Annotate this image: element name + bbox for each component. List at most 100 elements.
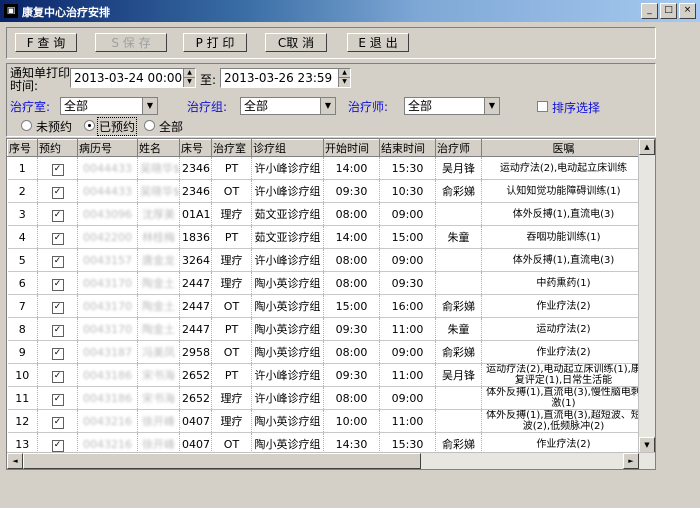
cell-record: 0043157	[77, 248, 138, 272]
column-header[interactable]: 预约	[37, 139, 78, 157]
booked-checkbox[interactable]: ✓	[51, 186, 64, 199]
date-to-spinner[interactable]: ▲ ▼	[338, 69, 350, 87]
scroll-down-icon[interactable]: ▼	[639, 437, 655, 453]
radio-booked-label: 已预约	[97, 117, 138, 136]
date-from-spinner[interactable]: ▲ ▼	[183, 69, 195, 87]
booked-checkbox[interactable]: ✓	[51, 301, 64, 314]
table-row[interactable]: 9 ✓ 0043187 冯美凤 2958 OT 陶小英诊疗组 08:00 09:00 俞彩娣 作业疗…	[7, 340, 646, 364]
cell-bed: 1836	[179, 225, 212, 249]
radio-unbooked[interactable]	[21, 120, 32, 131]
vertical-scrollbar[interactable]: ▲ ▼	[638, 139, 655, 453]
booked-checkbox[interactable]: ✓	[51, 439, 64, 452]
cell-end: 16:00	[379, 294, 436, 318]
date-from-input[interactable]: 2013-03-24 00:00 ▲ ▼	[70, 68, 196, 88]
scroll-left-icon[interactable]: ◄	[7, 453, 23, 469]
room-label: 治疗室:	[10, 100, 51, 114]
minimize-button[interactable]: _	[641, 3, 658, 19]
sort-checkbox[interactable]	[537, 101, 548, 112]
cell-start: 14:00	[323, 225, 380, 249]
cell-start: 14:00	[323, 156, 380, 180]
table-row[interactable]: 4 ✓ 0042200 林桂梅 1836 PT 茹文亚诊疗组 14:00 15:00 朱童 吞咽功能…	[7, 225, 646, 249]
cell-order: 中药熏药(1)	[481, 271, 646, 295]
booked-checkbox[interactable]: ✓	[51, 232, 64, 245]
group-select[interactable]: 全部 ▼	[240, 97, 336, 115]
booked-checkbox[interactable]: ✓	[51, 278, 64, 291]
cell-record: 0043170	[77, 294, 138, 318]
cell-record: 0043170	[77, 317, 138, 341]
chevron-down-icon[interactable]: ▼	[142, 98, 157, 114]
column-header[interactable]: 治疗室	[211, 139, 252, 157]
column-header[interactable]: 开始时间	[323, 139, 380, 157]
booked-checkbox[interactable]: ✓	[51, 163, 64, 176]
therapist-select[interactable]: 全部 ▼	[404, 97, 500, 115]
exit-button[interactable]: E 退 出	[347, 33, 409, 52]
header-row: 序号 预约 病历号 姓名 床号 治疗室 诊疗组 开始时间 结束时间 治疗师 医嘱	[7, 139, 646, 157]
chevron-down-icon[interactable]: ▼	[320, 98, 335, 114]
table-row[interactable]: 8 ✓ 0043170 陶金土 2447 PT 陶小英诊疗组 09:30 11:00 朱童 运动疗法…	[7, 317, 646, 341]
cell-start: 08:00	[323, 340, 380, 364]
sort-label: 排序选择	[552, 101, 601, 115]
booked-checkbox[interactable]: ✓	[51, 370, 64, 383]
table-row[interactable]: 6 ✓ 0043170 陶金土 2447 理疗 陶小英诊疗组 08:00 09:30 中药熏药(1…	[7, 271, 646, 295]
print-button[interactable]: P 打 印	[183, 33, 247, 52]
booked-checkbox[interactable]: ✓	[51, 255, 64, 268]
notify-time-label: 通知单打印时间:	[10, 66, 71, 93]
room-select[interactable]: 全部 ▼	[60, 97, 158, 115]
booked-checkbox[interactable]: ✓	[51, 347, 64, 360]
table-row[interactable]: 10 ✓ 0043186 宋书海 2652 PT 许小峰诊疗组 09:30 11:00 吴月锋 运动…	[7, 363, 646, 387]
scroll-up-icon[interactable]: ▲	[639, 139, 655, 155]
column-header[interactable]: 序号	[7, 139, 38, 157]
booked-cell: ✓	[37, 363, 78, 387]
cell-no: 1	[7, 156, 38, 180]
cell-group: 陶小英诊疗组	[251, 409, 324, 433]
cell-therapist: 吴月锋	[435, 363, 482, 387]
horizontal-scroll-thumb[interactable]	[23, 453, 421, 469]
cell-bed: 01A1	[179, 202, 212, 226]
booked-checkbox[interactable]: ✓	[51, 209, 64, 222]
table-row[interactable]: 7 ✓ 0043170 陶金土 2447 OT 陶小英诊疗组 15:00 16:00 俞彩娣 作业疗…	[7, 294, 646, 318]
cell-end: 09:00	[379, 340, 436, 364]
column-header[interactable]: 医嘱	[481, 139, 646, 157]
cell-order: 体外反搏(1),直流电(3),超短波、短波(2),低频脉冲(2)	[481, 409, 646, 433]
cell-no: 9	[7, 340, 38, 364]
scroll-right-icon[interactable]: ►	[623, 453, 639, 469]
booked-checkbox[interactable]: ✓	[51, 416, 64, 429]
column-header[interactable]: 诊疗组	[251, 139, 324, 157]
booked-cell: ✓	[37, 271, 78, 295]
column-header[interactable]: 结束时间	[379, 139, 436, 157]
table-row[interactable]: 11 ✓ 0043186 宋书海 2652 理疗 许小峰诊疗组 08:00 09:00 体外反搏(…	[7, 386, 646, 410]
save-button[interactable]: S 保 存	[95, 33, 167, 52]
cancel-button[interactable]: C取 消	[265, 33, 327, 52]
cell-name: 冯美凤	[137, 340, 180, 364]
table-row[interactable]: 3 ✓ 0043096 沈厚美 01A1 理疗 茹文亚诊疗组 08:00 09:00 体外反搏(1…	[7, 202, 646, 226]
column-header[interactable]: 床号	[179, 139, 212, 157]
cell-no: 5	[7, 248, 38, 272]
table-row[interactable]: 1 ✓ 0044433 吴晓华$ 2346 PT 许小峰诊疗组 14:00 15:30 吴月锋 运动…	[7, 156, 646, 180]
cell-name: 徐开峰	[137, 409, 180, 433]
schedule-table: 序号 预约 病历号 姓名 床号 治疗室 诊疗组 开始时间 结束时间 治疗师 医嘱…	[7, 139, 646, 456]
cell-end: 09:00	[379, 202, 436, 226]
cell-name: 吴晓华$	[137, 156, 180, 180]
booked-checkbox[interactable]: ✓	[51, 324, 64, 337]
column-header[interactable]: 治疗师	[435, 139, 482, 157]
cell-record: 0044433	[77, 156, 138, 180]
table-row[interactable]: 12 ✓ 0043216 徐开峰 0407 理疗 陶小英诊疗组 10:00 11:00 体外反搏(…	[7, 409, 646, 433]
chevron-down-icon[interactable]: ▼	[484, 98, 499, 114]
booked-cell: ✓	[37, 294, 78, 318]
cell-bed: 2346	[179, 179, 212, 203]
column-header[interactable]: 姓名	[137, 139, 180, 157]
radio-all[interactable]	[144, 120, 155, 131]
table-row[interactable]: 5 ✓ 0043157 唐金龙 3264 理疗 许小峰诊疗组 08:00 09:00 体外反搏(1…	[7, 248, 646, 272]
horizontal-scrollbar[interactable]: ◄ ►	[7, 452, 655, 469]
table-row[interactable]: 2 ✓ 0044433 吴晓华$ 2346 OT 许小峰诊疗组 09:30 10:30 俞彩娣 认知…	[7, 179, 646, 203]
radio-booked[interactable]	[84, 120, 95, 131]
cell-record: 0043096	[77, 202, 138, 226]
close-button[interactable]: ×	[679, 3, 696, 19]
query-button[interactable]: F 查 询	[15, 33, 77, 52]
column-header[interactable]: 病历号	[77, 139, 138, 157]
maximize-button[interactable]: □	[660, 3, 677, 19]
booked-checkbox[interactable]: ✓	[51, 393, 64, 406]
schedule-grid: 序号 预约 病历号 姓名 床号 治疗室 诊疗组 开始时间 结束时间 治疗师 医嘱…	[6, 138, 656, 470]
radio-all-label: 全部	[159, 120, 184, 134]
date-to-input[interactable]: 2013-03-26 23:59 ▲ ▼	[220, 68, 351, 88]
